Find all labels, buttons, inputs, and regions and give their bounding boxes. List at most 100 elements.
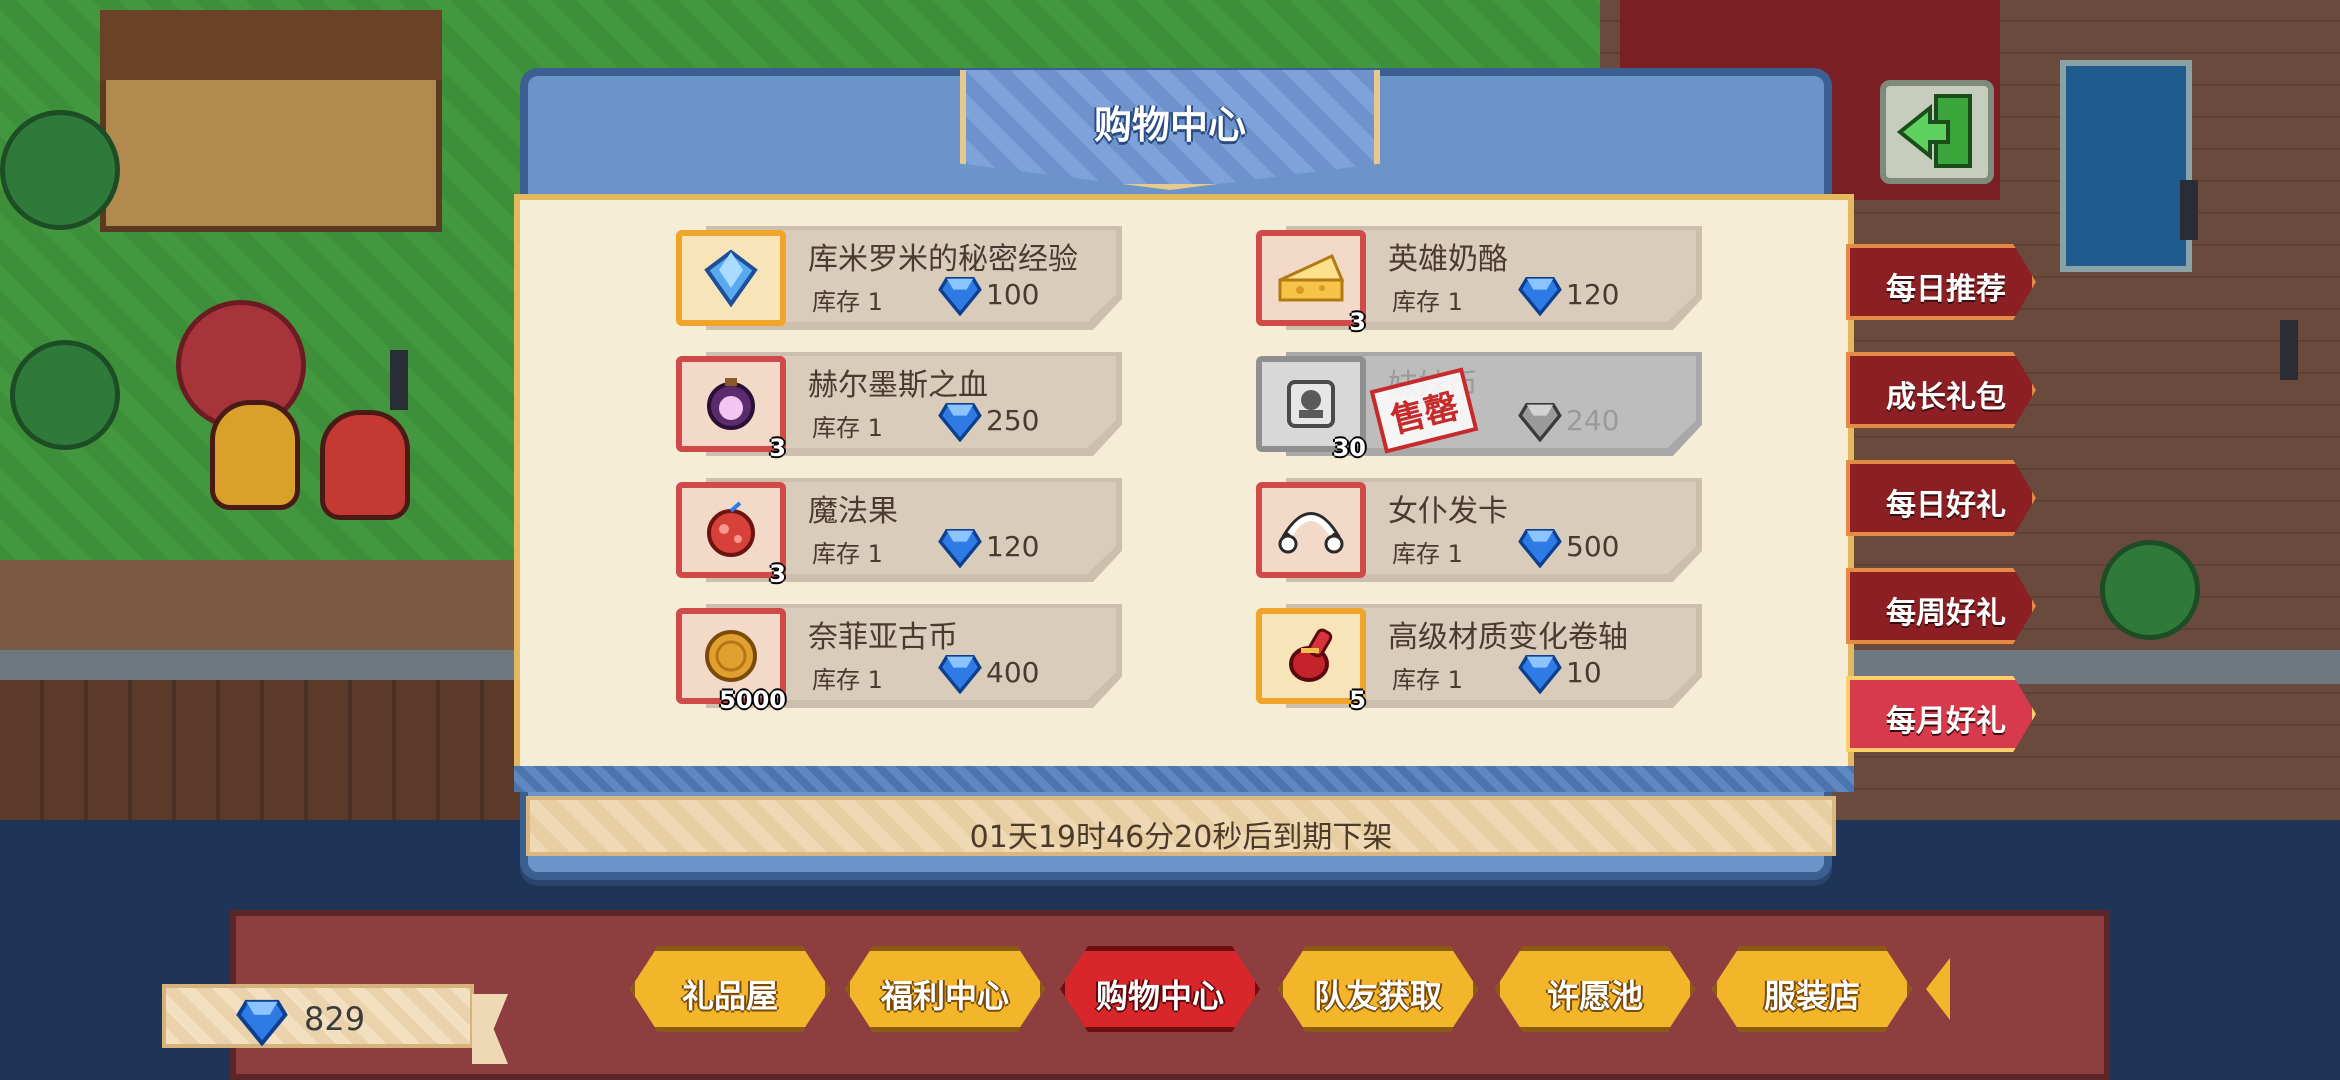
side-tab-monthly-gift[interactable]: 每月好礼 <box>1846 676 2036 752</box>
item-icon-frame: 3 <box>1256 230 1366 336</box>
shop-item-card[interactable]: 女仆发卡 库存 1 500 <box>1256 478 1702 582</box>
item-quantity: 3 <box>769 434 786 462</box>
item-quantity: 5 <box>1349 686 1366 714</box>
shop-item-card[interactable]: 5 高级材质变化卷轴 库存 1 10 <box>1256 604 1702 714</box>
street-lamp <box>2180 180 2198 240</box>
nav-wishing-well[interactable]: 许愿池 <box>1495 946 1695 1032</box>
tree <box>10 340 120 450</box>
item-quantity: 3 <box>769 560 786 588</box>
nav-costume-shop[interactable]: 服装店 <box>1712 946 1912 1032</box>
item-icon-frame: 3 <box>676 482 786 588</box>
item-price: 120 <box>986 530 1040 563</box>
item-price: 500 <box>1566 530 1620 563</box>
item-icon-frame: 3 <box>676 356 786 462</box>
item-stock: 库存 1 <box>1392 540 1463 568</box>
fountain-pool <box>2060 60 2192 272</box>
diamond-icon <box>938 654 982 694</box>
shop-title: 购物中心 <box>1093 103 1246 147</box>
exit-button[interactable] <box>1880 80 1994 184</box>
nav-label: 礼品屋 <box>681 977 778 1015</box>
diamond-icon <box>938 528 982 568</box>
shop-item-card[interactable]: 5000 奈菲亚古币 库存 1 400 <box>676 604 1122 714</box>
item-stock: 库存 1 <box>1392 666 1463 694</box>
title-plate: 购物中心 <box>960 70 1380 190</box>
gem-balance: 829 <box>162 984 474 1048</box>
item-icon-frame <box>1256 482 1366 578</box>
nav-welfare-center[interactable]: 福利中心 <box>845 946 1045 1032</box>
panel-pattern-strip <box>514 766 1854 792</box>
side-tab-label: 成长礼包 <box>1886 380 2006 415</box>
diamond-icon <box>236 999 288 1046</box>
item-quantity: 30 <box>1332 434 1366 462</box>
shop-item-card[interactable]: 3 赫尔墨斯之血 库存 1 250 <box>676 352 1122 462</box>
item-stock: 库存 1 <box>812 666 883 694</box>
item-icon-frame: 5 <box>1256 608 1366 714</box>
shop-item-card[interactable]: 3 魔法果 库存 1 120 <box>676 478 1122 588</box>
item-icon-frame: 30 <box>1256 356 1366 462</box>
nav-label: 队友获取 <box>1313 977 1442 1015</box>
nav-gift-house[interactable]: 礼品屋 <box>630 946 830 1032</box>
shop-item-card-sold-out: 30 妹妹币 售罄 240 <box>1256 352 1702 462</box>
item-icon-frame <box>676 230 786 326</box>
tree <box>2100 540 2200 640</box>
countdown-text: 01天19时46分20秒后到期下架 <box>969 820 1393 855</box>
nav-shopping-center[interactable]: 购物中心 <box>1060 946 1260 1032</box>
item-name: 奈菲亚古币 <box>808 620 958 655</box>
item-name: 英雄奶酪 <box>1388 242 1508 277</box>
shop-item-card[interactable]: 库米罗米的秘密经验 库存 1 100 <box>676 226 1122 330</box>
item-quantity: 5000 <box>719 686 786 714</box>
item-stock: 库存 1 <box>812 540 883 568</box>
item-price: 10 <box>1566 656 1602 689</box>
lucky-cat-gold-npc[interactable] <box>210 400 300 510</box>
item-name: 魔法果 <box>808 494 898 529</box>
diamond-icon <box>1518 654 1562 694</box>
diamond-icon <box>1518 276 1562 316</box>
item-name: 女仆发卡 <box>1388 494 1508 529</box>
item-price: 250 <box>986 404 1040 437</box>
side-tab-daily-recommend[interactable]: 每日推荐 <box>1846 244 2036 320</box>
blue-gem-crystal-icon <box>704 249 758 308</box>
token-icon <box>1287 380 1335 428</box>
item-name: 高级材质变化卷轴 <box>1388 620 1628 655</box>
gold-coin-icon <box>705 630 757 682</box>
item-stock: 库存 1 <box>812 414 883 442</box>
item-price: 100 <box>986 278 1040 311</box>
side-tab-daily-gift[interactable]: 每日好礼 <box>1846 460 2036 536</box>
item-stock: 库存 1 <box>1392 288 1463 316</box>
side-tab-label: 每日推荐 <box>1886 272 2006 307</box>
nav-label: 购物中心 <box>1095 977 1224 1015</box>
nav-label: 福利中心 <box>880 977 1009 1015</box>
street-lamp <box>2280 320 2298 380</box>
diamond-icon <box>1518 528 1562 568</box>
diamond-icon-disabled <box>1518 402 1562 442</box>
maid-headband-icon <box>1278 512 1344 554</box>
item-stock: 库存 1 <box>812 288 883 316</box>
diamond-icon <box>938 276 982 316</box>
side-tab-growth-pack[interactable]: 成长礼包 <box>1846 352 2036 428</box>
side-tab-weekly-gift[interactable]: 每周好礼 <box>1846 568 2036 644</box>
item-grid: 库米罗米的秘密经验 库存 1 100 3 英雄奶酪 库存 1 120 3 赫尔墨… <box>514 194 1854 772</box>
street-lamp <box>390 350 408 410</box>
nav-label: 服装店 <box>1763 977 1860 1015</box>
item-quantity: 3 <box>1349 308 1366 336</box>
potion-orb-icon <box>707 378 755 430</box>
side-tab-label: 每周好礼 <box>1886 596 2006 631</box>
item-price: 400 <box>986 656 1040 689</box>
item-price: 240 <box>1566 404 1620 437</box>
diamond-icon <box>938 402 982 442</box>
shop-item-card[interactable]: 3 英雄奶酪 库存 1 120 <box>1256 226 1702 336</box>
side-tab-label: 每月好礼 <box>1886 704 2006 739</box>
cheese-icon <box>1278 253 1345 302</box>
countdown-bar: 01天19时46分20秒后到期下架 <box>526 796 1836 856</box>
gem-balance-value: 829 <box>304 1000 366 1038</box>
wooden-house <box>100 10 442 232</box>
item-price: 120 <box>1566 278 1620 311</box>
nav-label: 许愿池 <box>1546 977 1643 1015</box>
side-tab-label: 每日好礼 <box>1886 488 2006 523</box>
nav-teammate-acquire[interactable]: 队友获取 <box>1278 946 1478 1032</box>
tree <box>0 110 120 230</box>
lucky-cat-red-npc[interactable] <box>320 410 410 520</box>
scroll-bag-icon <box>1289 628 1333 682</box>
exit-door-icon <box>1896 94 1972 168</box>
shop-panel: 购物中心 库米罗米的秘密经验 库存 1 100 3 英雄奶酪 库存 1 120 … <box>514 68 1854 880</box>
